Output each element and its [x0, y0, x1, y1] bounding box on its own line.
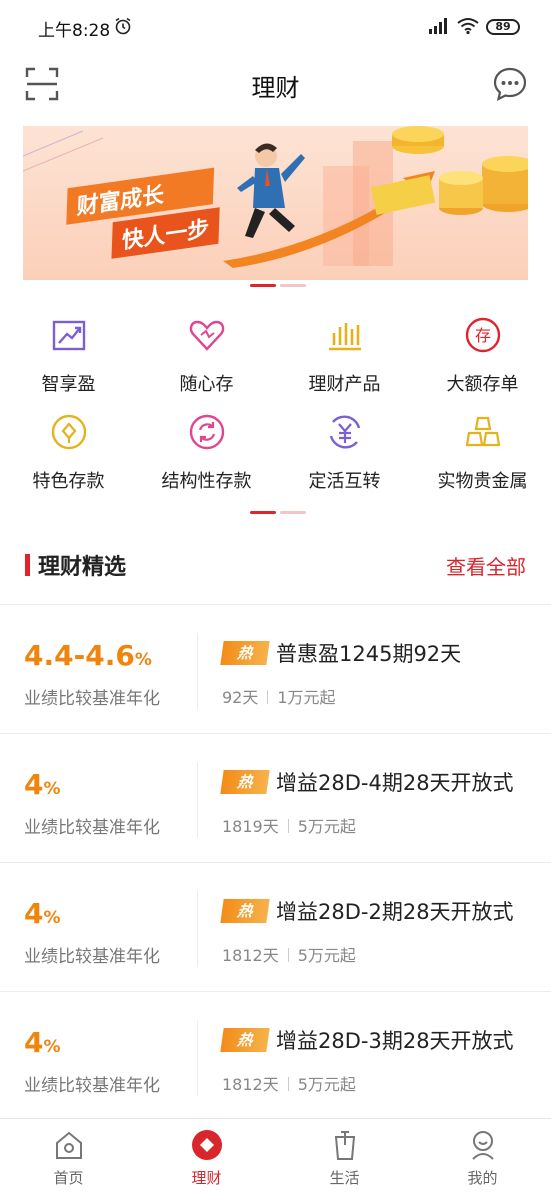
- page-title: 理财: [251, 74, 300, 102]
- product-term: 1819天: [222, 817, 279, 836]
- tab-label: 理财: [191, 1169, 222, 1187]
- home-icon: [55, 1131, 82, 1159]
- quick-item-label: 智享盈: [41, 374, 96, 395]
- quick-item-label: 实物贵金属: [437, 471, 528, 492]
- product-rate-label: 业绩比较基准年化: [24, 947, 160, 967]
- hot-badge: 热: [220, 1028, 270, 1052]
- product-rate: 4.4-4.6%: [24, 639, 152, 672]
- quick-item-dinghuohuzhuan[interactable]: 定活互转: [276, 402, 413, 494]
- product-name: 增益28D-3期28天开放式: [276, 1029, 514, 1053]
- pager-dot-active: [250, 284, 276, 287]
- product-rate: 4%: [24, 768, 61, 801]
- nav-bar: 理财: [0, 56, 551, 114]
- section-accent-bar: [25, 554, 30, 576]
- product-min-amount: 5万元起: [297, 1075, 356, 1094]
- product-meta: 1812天 5万元起: [222, 1071, 356, 1095]
- product-row[interactable]: 4% 业绩比较基准年化 热 增益28D-3期28天开放式 1812天 5万元起: [0, 991, 551, 1120]
- product-term: 1812天: [222, 1075, 279, 1094]
- divider: [197, 1020, 198, 1096]
- product-row[interactable]: 4.4-4.6% 业绩比较基准年化 热 普惠盈1245期92天 92天 1万元起: [0, 604, 551, 733]
- refresh-circle-icon: [189, 414, 224, 450]
- product-rate-label: 业绩比较基准年化: [24, 689, 160, 709]
- tab-wealth[interactable]: 理财: [138, 1119, 275, 1194]
- cup-icon: [334, 1131, 355, 1160]
- deposit-stamp-icon: 存: [465, 317, 500, 353]
- battery-icon: 89: [486, 19, 520, 35]
- tab-home[interactable]: 首页: [0, 1119, 137, 1194]
- product-row[interactable]: 4% 业绩比较基准年化 热 增益28D-2期28天开放式 1812天 5万元起: [0, 862, 551, 991]
- quick-item-label: 结构性存款: [161, 471, 252, 492]
- product-meta: 1819天 5万元起: [222, 813, 356, 837]
- wifi-icon: [457, 18, 479, 35]
- promo-banner[interactable]: 财富成长 快人一步: [23, 126, 528, 280]
- quick-item-label: 随心存: [179, 374, 234, 395]
- view-all-link[interactable]: 查看全部: [446, 551, 526, 580]
- product-term: 92天: [222, 688, 259, 707]
- product-row[interactable]: 4% 业绩比较基准年化 热 增益28D-4期28天开放式 1819天 5万元起: [0, 733, 551, 862]
- product-min-amount: 5万元起: [297, 946, 356, 965]
- hot-badge: 热: [220, 770, 270, 794]
- pager-dot-active: [250, 511, 276, 514]
- quick-item-shiwuguijinshu[interactable]: 实物贵金属: [414, 402, 551, 494]
- quick-item-label: 理财产品: [308, 374, 381, 395]
- quick-item-label: 大额存单: [446, 374, 519, 395]
- quick-item-zhixiangying[interactable]: 智享盈: [0, 305, 137, 397]
- quick-item-label: 特色存款: [32, 471, 105, 492]
- gold-bars-icon: [465, 416, 500, 447]
- tab-mine[interactable]: 我的: [414, 1119, 551, 1194]
- product-name: 增益28D-4期28天开放式: [276, 771, 514, 795]
- product-term: 1812天: [222, 946, 279, 965]
- tab-life[interactable]: 生活: [276, 1119, 413, 1194]
- product-name: 增益28D-2期28天开放式: [276, 900, 514, 924]
- hot-badge: 热: [220, 899, 270, 923]
- status-time: 上午8:28: [38, 21, 111, 41]
- divider: [197, 762, 198, 838]
- product-min-amount: 5万元起: [297, 817, 356, 836]
- svg-text:存: 存: [474, 326, 490, 345]
- banner-pager: [250, 284, 310, 288]
- divider: [197, 633, 198, 709]
- product-rate-label: 业绩比较基准年化: [24, 818, 160, 838]
- quick-item-suixincun[interactable]: 随心存: [138, 305, 275, 397]
- product-rate: 4%: [24, 1026, 61, 1059]
- tab-label: 生活: [329, 1169, 360, 1187]
- heart-icon: [189, 320, 224, 351]
- product-meta: 1812天 5万元起: [222, 942, 356, 966]
- section-header: 理财精选 查看全部: [0, 545, 551, 585]
- status-bar: 上午8:28 89: [0, 0, 551, 56]
- pager-dot: [280, 511, 306, 514]
- bottom-tab-bar: 首页 理财 生活 我的: [0, 1118, 551, 1194]
- quick-item-label: 定活互转: [308, 471, 381, 492]
- quick-item-daecundan[interactable]: 存 大额存单: [414, 305, 551, 397]
- wealth-diamond-icon: [191, 1130, 222, 1160]
- section-title: 理财精选: [38, 555, 127, 580]
- grid-pager: [250, 511, 310, 515]
- tab-label: 首页: [53, 1169, 84, 1187]
- bar-chart-icon: [328, 323, 361, 351]
- product-rate: 4%: [24, 897, 61, 930]
- product-rate-label: 业绩比较基准年化: [24, 1076, 160, 1096]
- product-min-amount: 1万元起: [277, 688, 336, 707]
- message-icon[interactable]: [492, 66, 528, 102]
- yuan-exchange-icon: [329, 415, 360, 449]
- product-name: 普惠盈1245期92天: [276, 642, 462, 666]
- signal-icon: [429, 18, 447, 34]
- trend-chart-icon: [52, 320, 85, 351]
- tab-label: 我的: [467, 1169, 498, 1187]
- quick-item-tesecunkuan[interactable]: 特色存款: [0, 402, 137, 494]
- coin-diamond-icon: [51, 414, 86, 450]
- user-icon: [471, 1131, 494, 1160]
- divider: [197, 891, 198, 967]
- pager-dot: [280, 284, 306, 287]
- quick-item-licaichanpin[interactable]: 理财产品: [276, 305, 413, 397]
- product-meta: 92天 1万元起: [222, 684, 336, 708]
- quick-item-jiegouxingcunkuan[interactable]: 结构性存款: [138, 402, 275, 494]
- alarm-icon: [115, 17, 131, 35]
- hot-badge: 热: [220, 641, 270, 665]
